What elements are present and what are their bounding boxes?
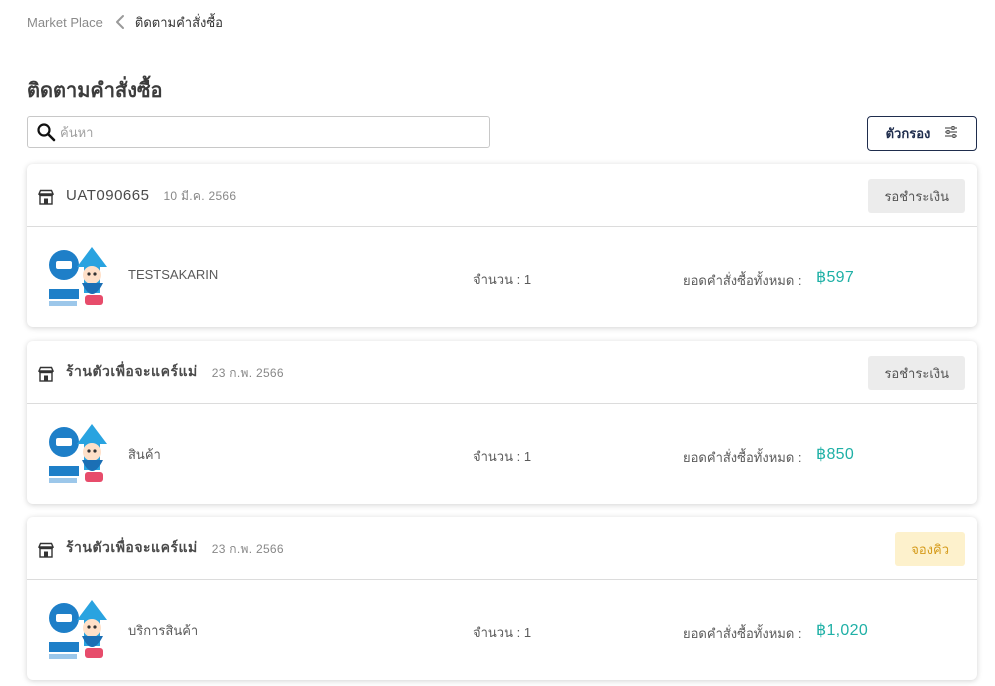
total-label: ยอดคำสั่งซื้อทั้งหมด : — [683, 626, 802, 641]
filter-button-label: ตัวกรอง — [885, 126, 931, 141]
order-header: UAT090665 10 มี.ค. 2566 รอชำระเงิน — [27, 164, 977, 227]
order-date: 10 มี.ค. 2566 — [163, 189, 237, 203]
order-id: ร้านตัวเพื่อจะแคร์แม่ — [66, 539, 198, 555]
total-value: ฿850 — [816, 446, 855, 463]
store-icon — [38, 542, 54, 558]
status-badge: จองคิว — [895, 532, 965, 566]
quantity-text: จำนวน : 1 — [473, 449, 532, 464]
search-icon — [36, 122, 56, 142]
order-card[interactable]: UAT090665 10 มี.ค. 2566 รอชำระเงิน TESTS… — [27, 164, 977, 327]
order-body: สินค้า จำนวน : 1 ยอดคำสั่งซื้อทั้งหมด : … — [27, 404, 977, 503]
order-header: ร้านตัวเพื่อจะแคร์แม่ 23 ก.พ. 2566 รอชำร… — [27, 341, 977, 404]
order-id: UAT090665 — [66, 186, 150, 204]
breadcrumb-marketplace-link[interactable]: Market Place — [27, 15, 103, 30]
product-name: บริการสินค้า — [128, 623, 199, 638]
status-badge: รอชำระเงิน — [868, 356, 965, 390]
chevron-left-icon — [115, 14, 125, 30]
store-icon — [38, 189, 54, 205]
product-name: สินค้า — [128, 447, 161, 462]
search-input[interactable] — [60, 124, 480, 140]
search-box[interactable] — [27, 116, 490, 148]
breadcrumb: Market Place ติดตามคำสั่งซื้อ — [27, 12, 223, 32]
total-value: ฿597 — [816, 269, 855, 286]
quantity-text: จำนวน : 1 — [473, 272, 532, 287]
product-thumbnail — [47, 596, 115, 664]
order-body: บริการสินค้า จำนวน : 1 ยอดคำสั่งซื้อทั้ง… — [27, 580, 977, 679]
order-id: ร้านตัวเพื่อจะแคร์แม่ — [66, 363, 198, 379]
order-date: 23 ก.พ. 2566 — [211, 542, 284, 556]
order-card[interactable]: ร้านตัวเพื่อจะแคร์แม่ 23 ก.พ. 2566 จองคิ… — [27, 517, 977, 680]
page-title: ติดตามคำสั่งซื้อ — [27, 80, 163, 102]
order-header: ร้านตัวเพื่อจะแคร์แม่ 23 ก.พ. 2566 จองคิ… — [27, 517, 977, 580]
store-icon — [38, 366, 54, 382]
product-name: TESTSAKARIN — [128, 267, 219, 282]
product-thumbnail — [47, 420, 115, 488]
order-body: TESTSAKARIN จำนวน : 1 ยอดคำสั่งซื้อทั้งห… — [27, 227, 977, 326]
quantity-text: จำนวน : 1 — [473, 625, 532, 640]
status-badge: รอชำระเงิน — [868, 179, 965, 213]
breadcrumb-current: ติดตามคำสั่งซื้อ — [134, 14, 223, 30]
order-card[interactable]: ร้านตัวเพื่อจะแคร์แม่ 23 ก.พ. 2566 รอชำร… — [27, 341, 977, 504]
total-label: ยอดคำสั่งซื้อทั้งหมด : — [683, 273, 802, 288]
order-date: 23 ก.พ. 2566 — [211, 366, 284, 380]
filter-button[interactable]: ตัวกรอง — [867, 116, 977, 151]
sliders-icon — [944, 126, 958, 141]
total-label: ยอดคำสั่งซื้อทั้งหมด : — [683, 450, 802, 465]
total-value: ฿1,020 — [816, 622, 869, 639]
product-thumbnail — [47, 243, 115, 311]
